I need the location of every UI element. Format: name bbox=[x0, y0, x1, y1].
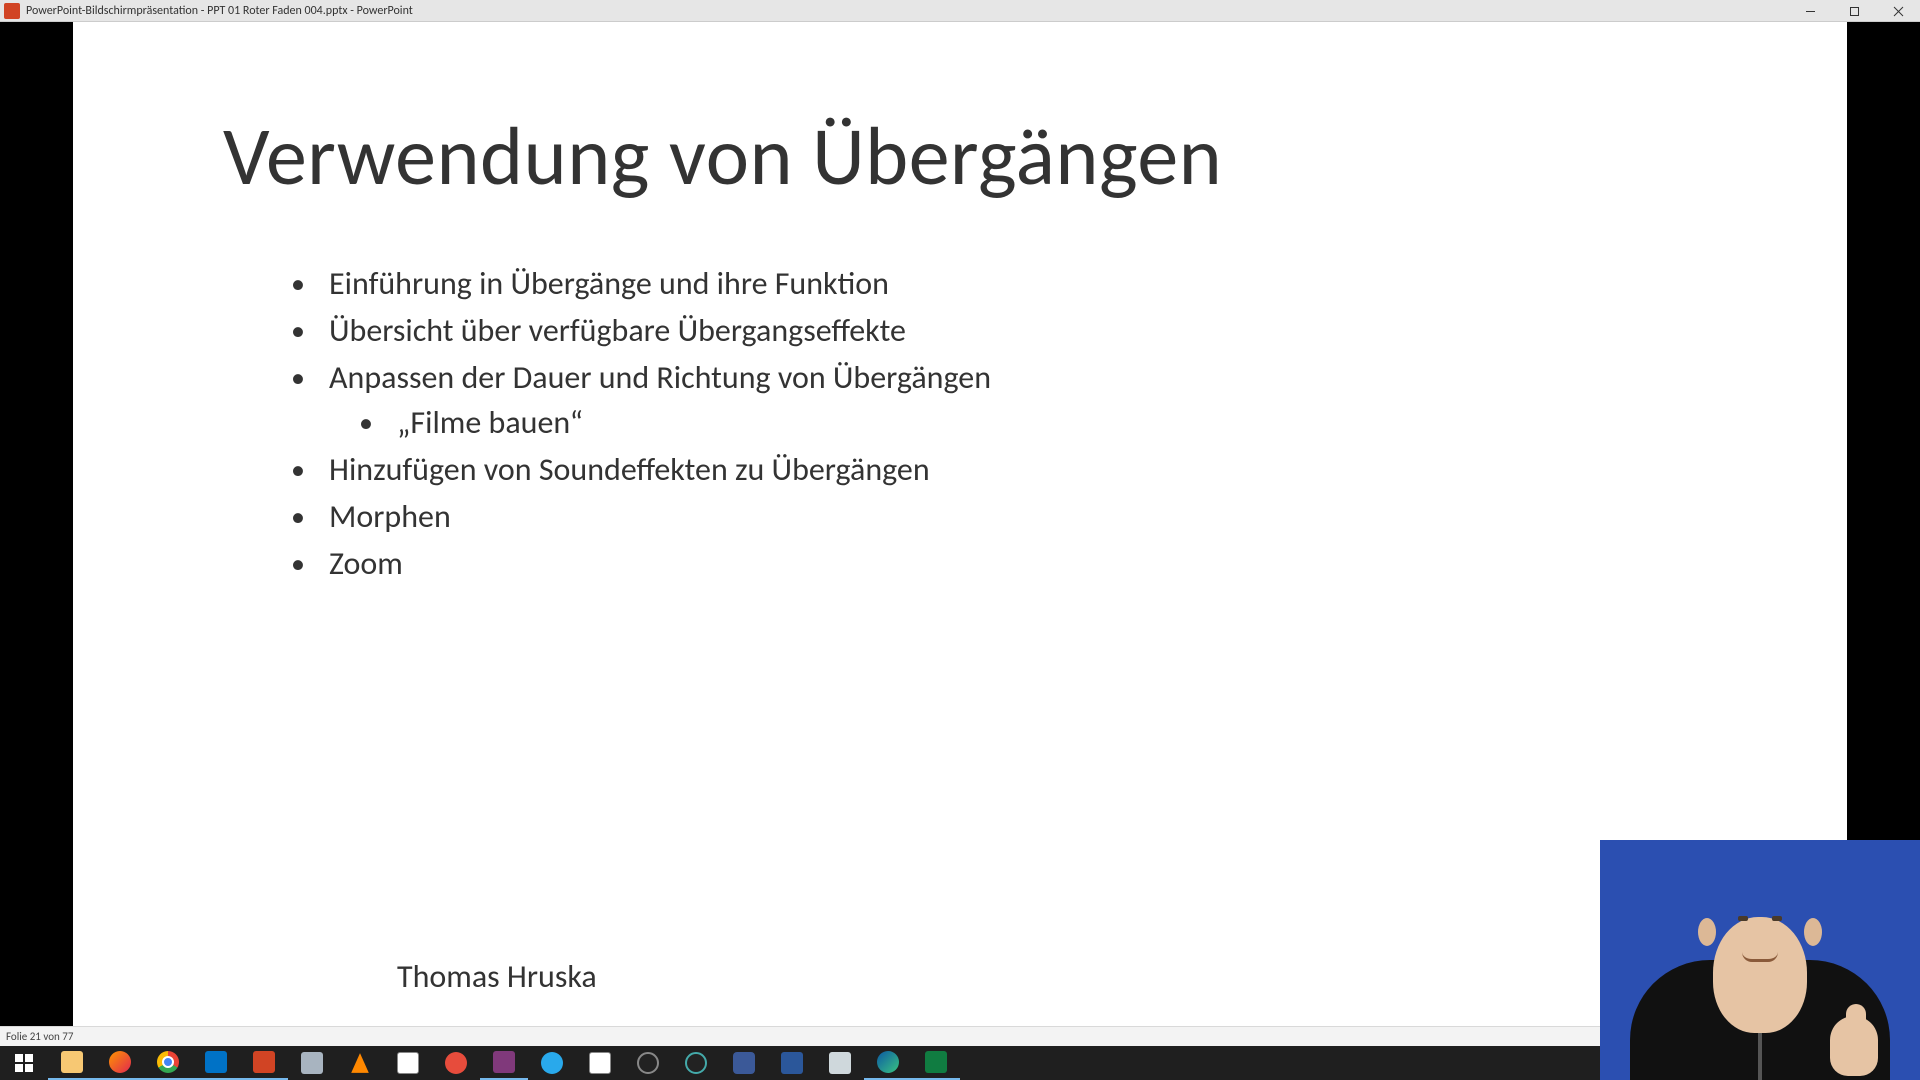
taskbar-powerpoint[interactable] bbox=[240, 1046, 288, 1080]
taskbar-app-16[interactable] bbox=[720, 1046, 768, 1080]
start-button[interactable] bbox=[0, 1046, 48, 1080]
window-controls bbox=[1788, 0, 1920, 22]
slide-title: Verwendung von Übergängen bbox=[223, 112, 1697, 202]
close-button[interactable] bbox=[1876, 0, 1920, 22]
sub-bullet-item: „Filme bauen“ bbox=[359, 403, 1697, 444]
taskbar-app-9[interactable] bbox=[384, 1046, 432, 1080]
maximize-button[interactable] bbox=[1832, 0, 1876, 22]
window-titlebar: PowerPoint-Bildschirmpräsentation - PPT … bbox=[0, 0, 1920, 22]
taskbar-app-10[interactable] bbox=[432, 1046, 480, 1080]
taskbar-excel[interactable] bbox=[912, 1046, 960, 1080]
taskbar-app-13[interactable] bbox=[576, 1046, 624, 1080]
taskbar-file-explorer[interactable] bbox=[48, 1046, 96, 1080]
bullet-item: Hinzufügen von Soundeffekten zu Übergäng… bbox=[291, 450, 1697, 491]
slide-counter: Folie 21 von 77 bbox=[6, 1030, 73, 1043]
taskbar-onenote[interactable] bbox=[480, 1046, 528, 1080]
taskbar-firefox[interactable] bbox=[96, 1046, 144, 1080]
webcam-overlay bbox=[1600, 840, 1920, 1080]
bullet-item: Morphen bbox=[291, 497, 1697, 538]
slide-bullets: Einführung in Übergänge und ihre Funktio… bbox=[291, 264, 1697, 585]
taskbar-chrome[interactable] bbox=[144, 1046, 192, 1080]
bullet-item: Anpassen der Dauer und Richtung von Über… bbox=[291, 358, 1697, 444]
window-title: PowerPoint-Bildschirmpräsentation - PPT … bbox=[26, 4, 413, 18]
taskbar-vlc[interactable] bbox=[336, 1046, 384, 1080]
taskbar-telegram[interactable] bbox=[528, 1046, 576, 1080]
taskbar-outlook[interactable] bbox=[192, 1046, 240, 1080]
taskbar-word[interactable] bbox=[768, 1046, 816, 1080]
bullet-item: Einführung in Übergänge und ihre Funktio… bbox=[291, 264, 1697, 305]
bullet-text: Anpassen der Dauer und Richtung von Über… bbox=[329, 358, 991, 397]
powerpoint-icon bbox=[4, 3, 20, 19]
taskbar-app-15[interactable] bbox=[672, 1046, 720, 1080]
taskbar-app-18[interactable] bbox=[816, 1046, 864, 1080]
taskbar-edge[interactable] bbox=[864, 1046, 912, 1080]
taskbar-app-7[interactable] bbox=[288, 1046, 336, 1080]
taskbar-app-14[interactable] bbox=[624, 1046, 672, 1080]
bullet-item: Zoom bbox=[291, 544, 1697, 585]
minimize-button[interactable] bbox=[1788, 0, 1832, 22]
bullet-item: Übersicht über verfügbare Übergangseffek… bbox=[291, 311, 1697, 352]
slide[interactable]: Verwendung von Übergängen Einführung in … bbox=[73, 22, 1847, 1026]
slide-author: Thomas Hruska bbox=[397, 957, 597, 996]
